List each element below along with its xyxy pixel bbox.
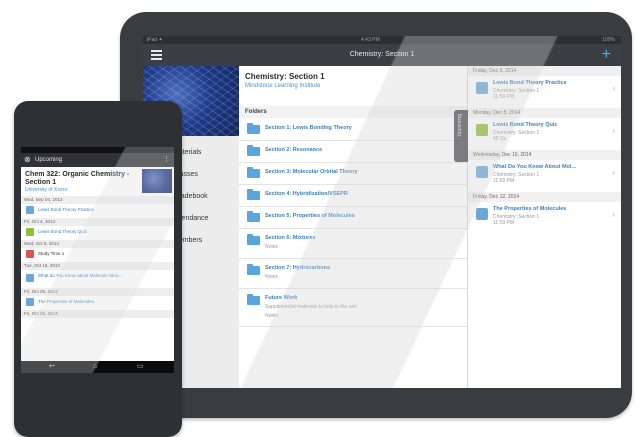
folder-note: Notes <box>265 244 279 250</box>
chevron-right-icon: › <box>612 210 615 219</box>
folder-row[interactable]: Section 3: Molecular Orbital Theory <box>239 162 467 185</box>
folder-note: Notes <box>265 313 279 319</box>
folder-name: Section 1: Lewis Bonding Theory <box>265 125 352 131</box>
action-bar-title: Upcoming <box>35 157 63 163</box>
tablet-screen: iPad ✦ 4:43 PM 100% Chemistry: Section 1… <box>143 36 621 388</box>
day-header: Friday, Dec 12, 2014 <box>468 192 621 202</box>
day-header: Fri, Oct 4, 2013 <box>21 218 174 226</box>
home-icon[interactable]: ⌂ <box>93 363 97 371</box>
folder-name: Section 3: Molecular Orbital Theory <box>265 169 358 175</box>
tablet-status-bar: iPad ✦ 4:43 PM 100% <box>143 36 621 44</box>
event-title[interactable]: What Do You Know About Mol... <box>493 164 576 170</box>
discussion-icon <box>26 274 34 282</box>
list-item[interactable]: Lewis Bond Theory Practice <box>38 207 94 212</box>
event-title[interactable]: The Properties of Molecules <box>493 206 566 212</box>
day-header: Wednesday, Dec 10, 2014 <box>468 150 621 160</box>
course-thumbnail <box>142 169 172 193</box>
phone-course-title: Chem 322: Organic Chemistry - Section 1 <box>25 171 130 186</box>
folder-icon <box>247 123 260 134</box>
event-time: 11:59 PM <box>493 220 515 226</box>
folder-icon <box>247 294 260 305</box>
day-header: Wed, Oct 9, 2013 <box>21 240 174 248</box>
upcoming-panel: Friday, Dec 5, 2014 Lewis Bond Theory Pr… <box>468 66 621 388</box>
folder-name: Future Work <box>265 295 298 301</box>
folder-row[interactable]: Section 2: Resonance <box>239 140 467 163</box>
folder-note: Notes <box>265 274 279 280</box>
folder-note: Supplemental materials to help in the un… <box>265 304 357 310</box>
course-main-panel: Chemistry: Section 1 Mindstone Learning … <box>239 66 468 388</box>
assignment-icon <box>476 166 488 178</box>
list-item[interactable]: The Properties of Molecules <box>38 299 94 304</box>
folder-row[interactable]: Section 4: Hybridization/VSEPR <box>239 184 467 207</box>
assignment-icon <box>26 298 34 306</box>
status-time: 4:43 PM <box>361 37 380 43</box>
assignment-icon <box>476 208 488 220</box>
day-header: Tue, Oct 15, 2013 <box>21 262 174 270</box>
phone-course-subtitle: University of Xxxxx <box>25 187 68 193</box>
chevron-right-icon: › <box>612 168 615 177</box>
folder-row[interactable]: Section 1: Lewis Bonding Theory <box>239 118 467 141</box>
phone-screen: ⊗ Upcoming ⋮ Chem 322: Organic Chemistry… <box>21 147 174 373</box>
folder-icon <box>247 234 260 245</box>
day-header: Fri, Oct 25, 2013 <box>21 310 174 318</box>
side-tab-label: Upcoming <box>457 114 463 137</box>
event-time: 11:59 PM <box>493 178 515 184</box>
day-header: Fri, Oct 25, 2013 <box>21 288 174 296</box>
calendar-icon <box>26 250 34 258</box>
folder-icon <box>247 264 260 275</box>
status-carrier: iPad ✦ <box>147 37 163 43</box>
folder-icon <box>247 167 260 178</box>
back-icon[interactable]: ↩ <box>49 363 55 371</box>
event-time: 11:59 PM <box>493 94 515 100</box>
add-button[interactable]: + <box>602 45 611 65</box>
event-title[interactable]: Lewis Bond Theory Quiz <box>493 122 557 128</box>
folder-row[interactable]: Section 7: Hydrocarbons Notes <box>239 258 467 289</box>
day-header: Friday, Dec 5, 2014 <box>468 66 621 76</box>
folder-name: Section 7: Hydrocarbons <box>265 265 331 271</box>
phone-action-bar: ⊗ Upcoming ⋮ <box>21 153 174 167</box>
course-institution[interactable]: Mindstone Learning Institute <box>245 83 320 89</box>
app-logo-icon[interactable]: ⊗ <box>24 153 31 167</box>
android-nav-bar: ↩ ⌂ ▭ <box>21 361 174 373</box>
chevron-right-icon: › <box>612 84 615 93</box>
folder-name: Section 6: Mixtures <box>265 235 316 241</box>
folders-header: Folders <box>239 106 467 118</box>
menu-icon[interactable] <box>151 50 162 60</box>
list-item[interactable]: Study Time 1 <box>38 251 64 256</box>
folder-name: Section 4: Hybridization/VSEPR <box>265 191 348 197</box>
day-header: Wed, Sep 04, 2013 <box>21 196 174 204</box>
nav-title: Chemistry: Section 1 <box>349 51 415 58</box>
event-title[interactable]: Lewis Bond Theory Practice <box>493 80 567 86</box>
day-header: Monday, Dec 8, 2014 <box>468 108 621 118</box>
folder-name: Section 5: Properties of Molecules <box>265 213 355 219</box>
folder-row[interactable]: Section 6: Mixtures Notes <box>239 228 467 259</box>
folder-icon <box>247 211 260 222</box>
status-battery: 100% <box>602 37 615 43</box>
assignment-icon <box>26 206 34 214</box>
folder-icon <box>247 189 260 200</box>
folder-row[interactable]: Section 5: Properties of Molecules <box>239 206 467 229</box>
course-title: Chemistry: Section 1 <box>245 72 325 81</box>
event-time: 45 Qs <box>493 136 507 142</box>
folder-icon <box>247 145 260 156</box>
tablet-nav-bar: Chemistry: Section 1 + <box>143 44 621 66</box>
recent-apps-icon[interactable]: ▭ <box>137 363 144 371</box>
quiz-icon <box>26 228 34 236</box>
assignment-icon <box>476 82 488 94</box>
upcoming-side-tab[interactable]: Upcoming <box>454 110 468 162</box>
list-item[interactable]: What do You Know about Molecule Struc... <box>38 273 123 278</box>
folder-name: Section 2: Resonance <box>265 147 323 153</box>
chevron-right-icon: › <box>612 126 615 135</box>
quiz-icon <box>476 124 488 136</box>
list-item[interactable]: Lewis Bond Theory Quiz <box>38 229 87 234</box>
folder-row[interactable]: Future Work Supplemental materials to he… <box>239 288 467 327</box>
overflow-icon[interactable]: ⋮ <box>163 153 170 167</box>
